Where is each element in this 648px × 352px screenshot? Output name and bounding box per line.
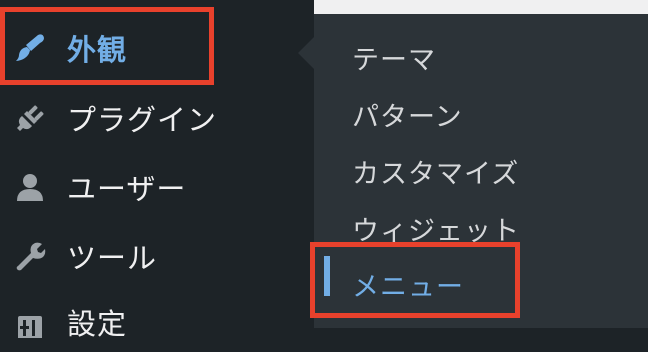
sidebar-item-tools[interactable]: ツール — [0, 226, 314, 286]
sidebar-item-label: ユーザー — [67, 172, 187, 206]
plugin-icon — [12, 100, 48, 136]
flyout-pointer — [298, 36, 315, 70]
submenu-item-menus[interactable]: メニュー — [352, 265, 464, 304]
submenu-item-patterns[interactable]: パターン — [352, 95, 463, 134]
sidebar-item-users[interactable]: ユーザー — [0, 157, 314, 217]
paintbrush-icon — [12, 30, 48, 66]
current-item-indicator — [324, 256, 330, 296]
sidebar-item-label: プラグイン — [67, 103, 218, 137]
sidebar-item-appearance[interactable]: 外観 — [0, 18, 314, 78]
settings-icon — [12, 304, 48, 340]
submenu-item-themes[interactable]: テーマ — [352, 38, 436, 77]
user-icon — [12, 169, 48, 205]
sidebar-item-label: ツール — [67, 241, 158, 275]
submenu-item-widgets[interactable]: ウィジェット — [352, 209, 520, 248]
sidebar-item-label: 設定 — [67, 307, 128, 341]
sidebar-item-plugins[interactable]: プラグイン — [0, 88, 314, 148]
admin-sidebar: 外観 プラグイン ユーザー ツール 設定 — [0, 0, 314, 341]
submenu-item-customize[interactable]: カスタマイズ — [352, 152, 519, 191]
content-area — [314, 0, 648, 14]
appearance-submenu: テーマ パターン カスタマイズ ウィジェット メニュー — [314, 14, 648, 328]
wrench-icon — [12, 238, 48, 274]
sidebar-item-label: 外観 — [67, 33, 128, 67]
sidebar-item-settings[interactable]: 設定 — [0, 292, 314, 352]
